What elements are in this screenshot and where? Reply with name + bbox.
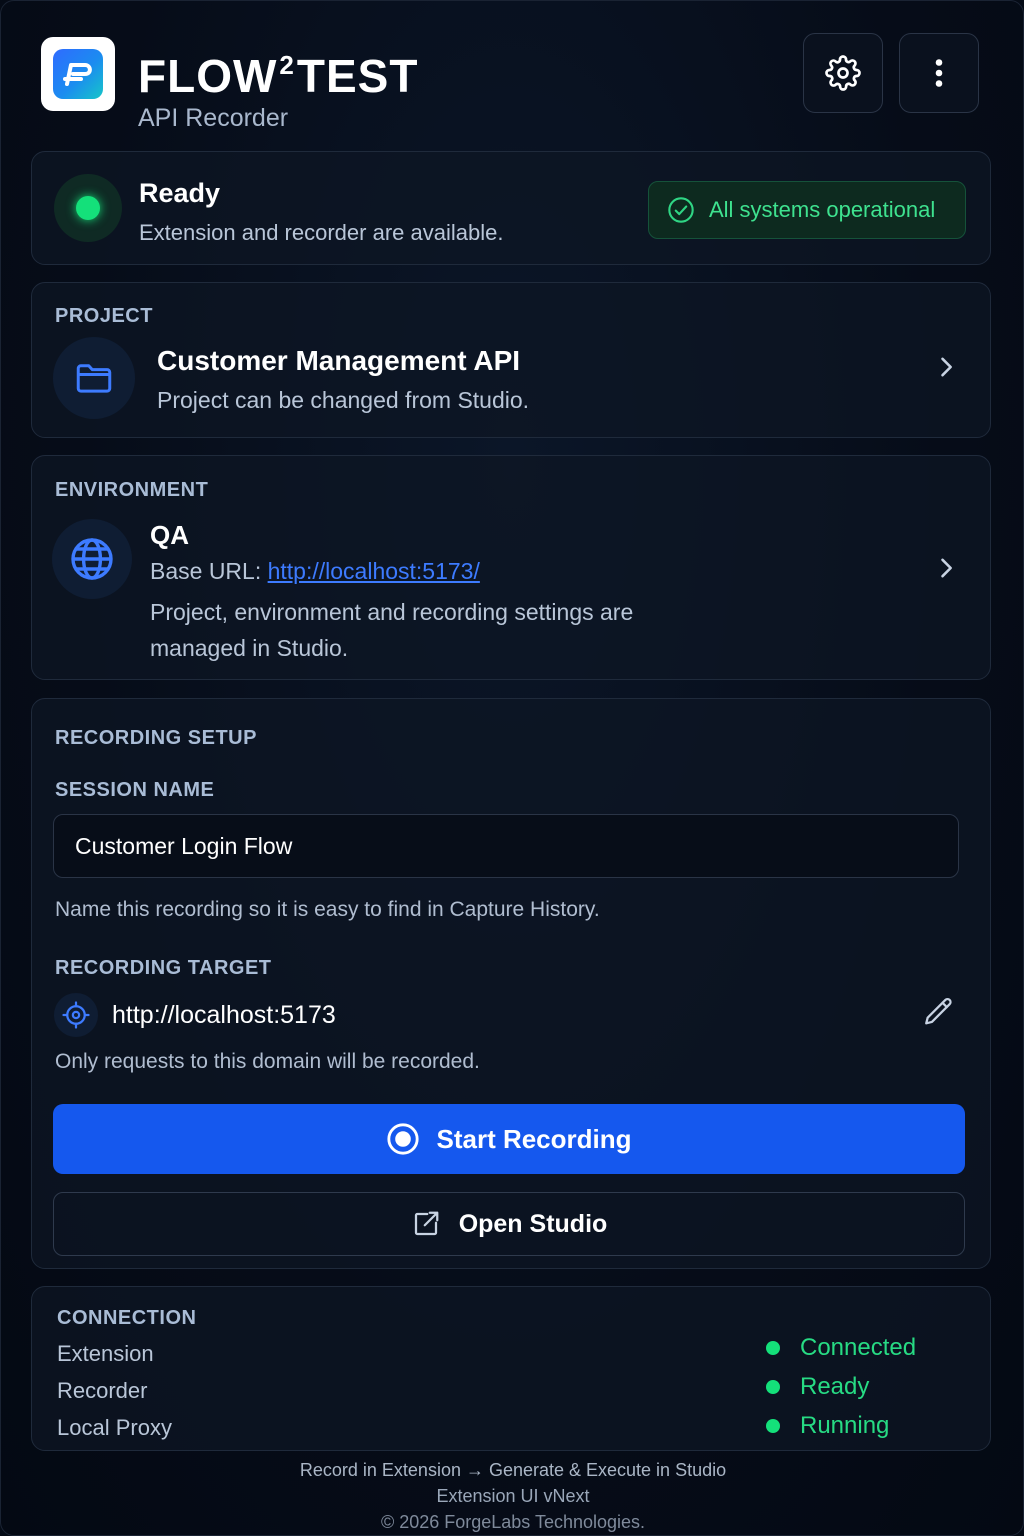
recording-target-label: RECORDING TARGET (55, 957, 272, 979)
chevron-right-icon (941, 558, 952, 578)
recording-setup-card: RECORDING SETUP SESSION NAME Name this r… (31, 698, 991, 1269)
base-url-line: Base URL: http://localhost:5173/ (150, 558, 480, 585)
connection-row-local-proxy: Local Proxy (57, 1415, 172, 1440)
brand-title: FLOW2TEST (138, 39, 418, 102)
project-description: Project can be changed from Studio. (157, 387, 530, 413)
folder-icon (53, 337, 135, 419)
systems-status-text: All systems operational (709, 197, 936, 222)
status-dot-icon (766, 1419, 780, 1433)
session-name-input[interactable] (53, 814, 959, 878)
app-window: FLOW2TEST API Recorder Ready Extension a… (0, 0, 1024, 1536)
environment-name: QA (150, 520, 189, 550)
footer-workflow: Record in Extension → Generate & Execute… (299, 1460, 727, 1480)
brand-subtitle: API Recorder (138, 104, 289, 132)
connection-row-recorder: Recorder (57, 1378, 148, 1403)
recording-setup-label: RECORDING SETUP (55, 727, 257, 749)
status-dot-icon (766, 1380, 780, 1394)
systems-status-badge: All systems operational (648, 181, 966, 239)
status-description: Extension and recorder are available. (139, 220, 504, 245)
base-url-label: Base URL: (150, 558, 262, 584)
project-label: PROJECT (55, 305, 153, 327)
session-name-help: Name this recording so it is easy to fin… (55, 898, 600, 921)
footer-version: Extension UI vNext (436, 1486, 590, 1506)
environment-card[interactable]: ENVIRONMENT QA Base URL: http://localhos… (31, 455, 991, 680)
external-link-icon (414, 1211, 439, 1236)
status-dot-icon (766, 1341, 780, 1355)
project-name: Customer Management API (157, 345, 521, 376)
app-logo (41, 37, 115, 111)
recorder-status: Ready (766, 1373, 869, 1401)
globe-icon (52, 519, 132, 599)
brand-suffix: TEST (296, 50, 419, 102)
pencil-icon[interactable] (922, 995, 956, 1029)
logo-mark-icon (53, 49, 103, 99)
more-vertical-icon (935, 59, 943, 87)
local-proxy-status: Running (766, 1412, 889, 1440)
chevron-right-icon (941, 357, 952, 377)
header: FLOW2TEST API Recorder (41, 33, 979, 132)
connection-row-extension: Extension (57, 1341, 154, 1366)
settings-button[interactable] (803, 33, 883, 113)
open-studio-button[interactable]: Open Studio (53, 1192, 965, 1256)
session-name-label: SESSION NAME (55, 779, 215, 801)
footer: Record in Extension → Generate & Execute… (1, 1457, 1023, 1535)
status-title: Ready (139, 178, 221, 208)
open-studio-label: Open Studio (458, 1209, 608, 1238)
brand-sup: 2 (279, 50, 295, 80)
recorder-status-text: Ready (800, 1373, 870, 1400)
status-dot-icon (76, 196, 100, 220)
check-circle-icon (668, 197, 694, 223)
base-url-link[interactable]: http://localhost:5173/ (268, 558, 480, 584)
recording-target-help: Only requests to this domain will be rec… (55, 1050, 480, 1073)
extension-status: Connected (766, 1334, 916, 1362)
extension-status-text: Connected (800, 1334, 917, 1361)
gear-icon (825, 55, 861, 91)
local-proxy-status-text: Running (800, 1412, 890, 1439)
brand: FLOW2TEST API Recorder (138, 39, 418, 133)
footer-copyright: © 2026 ForgeLabs Technologies. (380, 1512, 646, 1532)
record-icon (387, 1123, 420, 1155)
crosshair-icon (54, 993, 98, 1037)
start-recording-label: Start Recording (436, 1123, 632, 1154)
status-indicator (54, 174, 122, 242)
brand-prefix: FLOW (138, 50, 278, 102)
environment-description: Project, environment and recording setti… (150, 599, 634, 661)
status-card: Ready Extension and recorder are availab… (31, 151, 991, 265)
project-card[interactable]: PROJECT Customer Management API Project … (31, 282, 991, 438)
connection-card: CONNECTION Extension Recorder Local Prox… (31, 1286, 991, 1451)
connection-label: CONNECTION (57, 1307, 197, 1329)
start-recording-button[interactable]: Start Recording (53, 1104, 965, 1174)
environment-label: ENVIRONMENT (55, 479, 209, 501)
more-options-button[interactable] (899, 33, 979, 113)
recording-target-url: http://localhost:5173 (112, 1001, 336, 1029)
